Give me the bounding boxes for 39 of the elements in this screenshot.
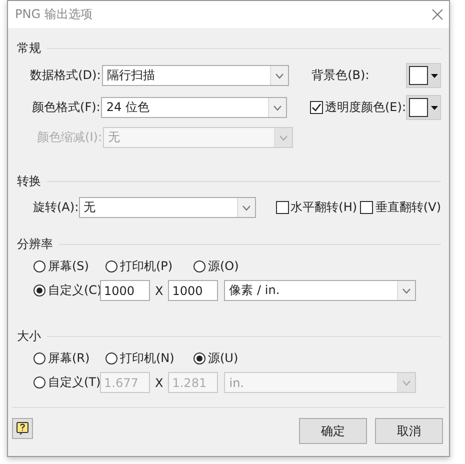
checkbox[interactable]: 透明度颜色(E): xyxy=(310,98,406,116)
dialog-button[interactable]: 确定 xyxy=(299,418,367,444)
chevron-down-icon xyxy=(274,72,284,78)
width-field[interactable]: 1000 xyxy=(100,280,150,301)
window-title: PNG 输出选项 xyxy=(15,6,92,23)
color-picker[interactable] xyxy=(406,95,441,120)
caret-down-icon xyxy=(431,74,438,78)
section-heading: 大小 xyxy=(17,328,41,344)
help-icon xyxy=(16,422,29,435)
field-label: 颜色格式(F): xyxy=(31,99,100,116)
section-heading: 分辨率 xyxy=(17,236,53,252)
dropdown[interactable]: 无 xyxy=(78,197,256,218)
times-sign: X xyxy=(155,284,164,298)
chevron-down-icon xyxy=(402,380,412,386)
chevron-down-icon xyxy=(273,104,282,110)
field-label: 旋转(A): xyxy=(33,199,79,216)
chevron-down-icon xyxy=(242,204,251,210)
dropdown[interactable]: 24 位色 xyxy=(101,97,287,118)
close-icon xyxy=(432,9,443,20)
times-sign: X xyxy=(155,376,164,390)
color-picker[interactable] xyxy=(406,63,441,88)
field-label: 背景色(B): xyxy=(312,67,370,84)
dropdown[interactable]: 像素 / in. xyxy=(224,280,416,301)
radio-button[interactable]: 源(O) xyxy=(193,258,239,274)
radio-button[interactable]: 屏幕(S) xyxy=(33,258,89,274)
help-button[interactable] xyxy=(12,418,33,439)
field-label: 数据格式(D): xyxy=(29,67,101,84)
dialog-button[interactable]: 取消 xyxy=(375,418,443,444)
caret-down-icon xyxy=(431,106,438,110)
checkbox[interactable]: 水平翻转(H) xyxy=(276,198,358,216)
chevron-down-icon xyxy=(402,288,412,294)
chevron-down-icon xyxy=(279,134,288,140)
height-field[interactable]: 1000 xyxy=(168,280,218,301)
dropdown[interactable]: 隔行扫描 xyxy=(102,65,289,86)
checkbox[interactable]: 垂直翻转(V) xyxy=(360,198,441,216)
field-label: 颜色缩减(I): xyxy=(36,129,102,146)
radio-button[interactable]: 打印机(P) xyxy=(105,258,173,274)
section-heading: 常规 xyxy=(17,40,41,56)
section-heading: 转换 xyxy=(17,172,41,190)
